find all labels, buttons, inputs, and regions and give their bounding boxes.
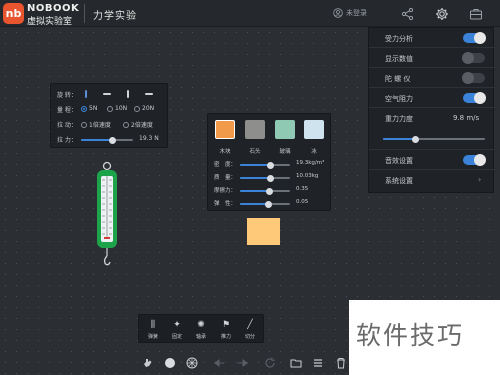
login-label: 未登录	[346, 9, 367, 17]
toggle-switch[interactable]	[462, 72, 485, 84]
rotate-vertical-inverted-icon[interactable]	[123, 89, 133, 99]
tool-fix[interactable]: ✦ 固定	[167, 319, 187, 341]
gravity-value: 9.8 m/s	[453, 114, 480, 122]
material-label: 石头	[249, 149, 261, 155]
setting-sound[interactable]: 音效设置	[369, 150, 495, 170]
material-ice[interactable]	[304, 120, 324, 139]
radio-speed-1x[interactable]: 1倍速度	[81, 120, 111, 129]
wheel-icon[interactable]	[185, 356, 199, 370]
tool-spring[interactable]: ⫼ 弹簧	[143, 319, 163, 341]
bearing-icon: ✺	[197, 320, 205, 330]
redo-icon[interactable]	[235, 356, 249, 370]
pin-icon: ✦	[173, 320, 181, 330]
page-title: 力学实验	[93, 11, 137, 22]
elasticity-slider[interactable]	[240, 200, 290, 208]
logo-mark: nb	[3, 3, 24, 24]
share-icon[interactable]	[400, 6, 416, 22]
rotate-vertical-icon[interactable]	[81, 89, 91, 99]
mass-value: 10.03kg	[296, 173, 319, 179]
density-value: 19.3kg/m³	[296, 160, 325, 166]
logo-brand: NOBOOK	[27, 3, 80, 14]
setting-gyroscope[interactable]: 陀 螺 仪	[369, 68, 495, 88]
gravity-slider[interactable]	[383, 135, 485, 143]
briefcase-icon[interactable]	[468, 6, 484, 22]
mass-label: 质 量：	[214, 175, 237, 181]
slider-handle[interactable]	[267, 161, 274, 169]
range-label: 量 程：	[57, 107, 77, 114]
slider-handle[interactable]	[412, 135, 419, 143]
force-label: 拉 力：	[57, 137, 77, 144]
toggle-switch[interactable]	[463, 32, 486, 44]
user-icon	[333, 8, 343, 18]
slider-handle[interactable]	[109, 136, 116, 144]
settings-panel: 受力分析 显示数值 陀 螺 仪 空气阻力 重力力度 9.8 m/s 音效设置 系…	[368, 27, 495, 193]
slider-handle[interactable]	[265, 200, 272, 208]
friction-value: 0.35	[296, 186, 309, 192]
friction-slider[interactable]	[240, 187, 290, 195]
pull-label: 拉 动：	[57, 122, 77, 129]
divider	[84, 4, 85, 23]
radio-speed-2x[interactable]: 2倍速度	[123, 120, 153, 129]
folder-icon[interactable]	[289, 356, 303, 370]
undo-icon[interactable]	[213, 356, 227, 370]
tool-palette: ⫼ 弹簧 ✦ 固定 ✺ 轴承 ⚑ 推力 ╱ 切分	[138, 314, 264, 343]
toggle-switch[interactable]	[463, 92, 486, 104]
material-label: 玻璃	[279, 149, 291, 155]
wood-block[interactable]	[247, 218, 280, 245]
toggle-switch[interactable]	[463, 154, 486, 166]
spring-properties-panel: 旋 转： 量 程： 5N 10N 20N 拉 动： 1倍速度 2倍速度 拉 力：…	[50, 83, 168, 148]
login-button[interactable]: 未登录	[333, 8, 367, 18]
chevron-right-icon: ›	[478, 175, 482, 184]
tool-cut[interactable]: ╱ 切分	[240, 319, 260, 341]
setting-system[interactable]: 系统设置 ›	[369, 170, 495, 190]
radio-5n[interactable]: 5N	[81, 105, 97, 112]
logo-subtitle: 虚拟实验室	[27, 17, 73, 27]
friction-label: 摩擦力：	[214, 188, 237, 194]
hand-icon[interactable]	[141, 356, 155, 370]
header: nb NOBOOK 虚拟实验室 力学实验 未登录	[0, 0, 500, 27]
material-stone[interactable]	[245, 120, 265, 139]
trash-icon[interactable]	[334, 356, 348, 370]
elasticity-value: 0.05	[296, 199, 309, 205]
force-slider[interactable]	[81, 136, 133, 144]
slider-handle[interactable]	[266, 187, 273, 195]
material-label: 冰	[311, 149, 317, 155]
watermark-text: 软件技巧	[356, 321, 465, 350]
rotate-horizontal-icon[interactable]	[102, 89, 112, 99]
material-wood[interactable]	[215, 120, 235, 139]
gear-icon[interactable]	[434, 6, 450, 22]
tool-bearing[interactable]: ✺ 轴承	[191, 319, 211, 341]
toggle-switch[interactable]	[462, 52, 485, 64]
tool-push[interactable]: ⚑ 推力	[216, 319, 236, 341]
knife-icon: ╱	[247, 320, 253, 330]
density-slider[interactable]	[240, 161, 290, 169]
rotate-label: 旋 转：	[57, 92, 77, 99]
setting-force-analysis[interactable]: 受力分析	[369, 28, 495, 48]
list-icon[interactable]	[311, 356, 325, 370]
setting-air-resistance[interactable]: 空气阻力	[369, 88, 495, 108]
radio-20n[interactable]: 20N	[134, 105, 154, 112]
radio-10n[interactable]: 10N	[107, 105, 127, 112]
reset-icon[interactable]	[263, 356, 277, 370]
slider-handle[interactable]	[267, 174, 274, 182]
density-label: 密 度：	[214, 162, 237, 168]
spring-scale[interactable]	[92, 160, 122, 270]
setting-gravity: 重力力度 9.8 m/s	[369, 108, 495, 150]
material-panel: 木块 石头 玻璃 冰 密 度： 19.3kg/m³ 质 量： 10.03kg 摩…	[207, 113, 331, 211]
rotate-horizontal-inverted-icon[interactable]	[144, 89, 154, 99]
mass-slider[interactable]	[240, 174, 290, 182]
push-icon: ⚑	[221, 320, 231, 330]
setting-show-values[interactable]: 显示数值	[369, 48, 495, 68]
spring-icon: ⫼	[150, 320, 156, 330]
circle-shape-icon[interactable]	[163, 356, 177, 370]
material-label: 木块	[219, 149, 231, 155]
force-value: 19.3 N	[139, 135, 159, 142]
elasticity-label: 弹 性：	[214, 201, 237, 207]
material-glass[interactable]	[275, 120, 295, 139]
